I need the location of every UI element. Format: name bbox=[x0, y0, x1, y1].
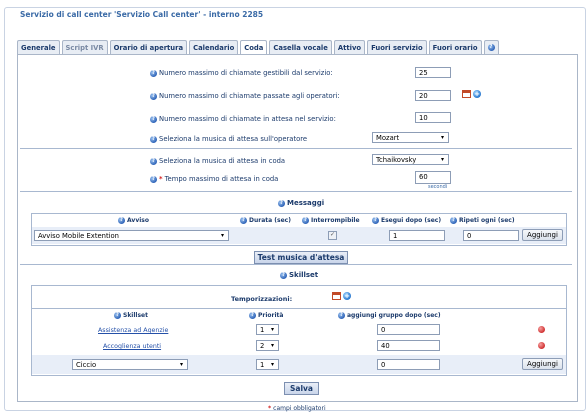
priority-select[interactable]: 1 ▾ bbox=[256, 324, 279, 335]
help-icon[interactable]: ? bbox=[302, 217, 309, 224]
ripeti-input[interactable]: 0 bbox=[463, 230, 519, 241]
add-skill-button[interactable]: Aggiungi bbox=[522, 358, 563, 370]
help-icon[interactable]: ? bbox=[150, 69, 157, 77]
help-icon[interactable]: ? bbox=[338, 312, 345, 319]
esegui-dopo-input[interactable]: 1 bbox=[389, 230, 445, 241]
header-avviso: Avviso bbox=[127, 217, 150, 224]
priority-select[interactable]: 2 ▾ bbox=[256, 340, 279, 351]
add-icon[interactable]: + bbox=[473, 90, 481, 98]
skill-link[interactable]: Assistenza ad Agenzie bbox=[98, 327, 168, 334]
max-wait-time-input[interactable]: 60 bbox=[415, 171, 451, 184]
tab-fuori-orario[interactable]: Fuori orario bbox=[428, 40, 482, 54]
messages-title: Messaggi bbox=[287, 199, 325, 207]
divider bbox=[32, 308, 566, 309]
operator-music-select[interactable]: Mozart ▾ bbox=[372, 132, 449, 143]
help-icon[interactable]: ? bbox=[249, 312, 256, 319]
chevron-down-icon: ▾ bbox=[440, 134, 444, 141]
required-note: campi obbligatori bbox=[273, 405, 326, 412]
divider bbox=[20, 191, 572, 192]
tab-bar: Generale Script IVR Orario di apertura C… bbox=[17, 40, 499, 55]
help-icon[interactable]: ? bbox=[150, 175, 157, 183]
help-icon[interactable]: ? bbox=[114, 312, 121, 319]
calendar-icon[interactable] bbox=[462, 90, 471, 98]
max-calls-label: Numero massimo di chiamate gestibili dal… bbox=[159, 69, 333, 77]
chevron-down-icon: ▾ bbox=[220, 232, 224, 239]
chevron-down-icon: ▾ bbox=[440, 156, 444, 163]
tab-generale[interactable]: Generale bbox=[17, 40, 60, 54]
help-icon[interactable]: ? bbox=[150, 92, 157, 100]
delete-icon[interactable] bbox=[538, 326, 545, 333]
divider bbox=[20, 264, 572, 265]
avviso-select[interactable]: Avviso Mobile Extention ▾ bbox=[34, 230, 229, 241]
header-ripeti: Ripeti ogni (sec) bbox=[459, 217, 515, 224]
save-button[interactable]: Salva bbox=[284, 382, 319, 395]
chevron-down-icon: ▾ bbox=[270, 361, 274, 368]
help-icon[interactable]: ? bbox=[450, 217, 457, 224]
header-skillset: Skillset bbox=[123, 312, 148, 319]
header-esegui-dopo: Esegui dopo (sec) bbox=[381, 217, 442, 224]
divider bbox=[20, 148, 572, 149]
calendar-icon[interactable] bbox=[332, 292, 341, 300]
skillset-title: Skillset bbox=[289, 271, 319, 279]
header-durata: Durata (sec) bbox=[249, 217, 291, 224]
skill-link[interactable]: Accoglienza utenti bbox=[103, 343, 161, 350]
chevron-down-icon: ▾ bbox=[270, 342, 274, 349]
messages-table: ? Avviso ? Durata (sec) ? Interrompibile ? E… bbox=[31, 213, 567, 246]
tab-orario[interactable]: Orario di apertura bbox=[109, 40, 188, 54]
chevron-down-icon: ▾ bbox=[179, 361, 183, 368]
help-icon[interactable]: ? bbox=[278, 199, 285, 207]
queue-music-select[interactable]: Tchaikovsky ▾ bbox=[372, 154, 449, 165]
test-music-button[interactable]: Test musica d'attesa bbox=[254, 251, 348, 264]
max-calls-input[interactable]: 25 bbox=[415, 67, 451, 78]
coda-panel: ? Numero massimo di chiamate gestibili da… bbox=[17, 54, 578, 402]
tab-casella-vocale[interactable]: Casella vocale bbox=[269, 40, 332, 54]
help-icon[interactable]: ? bbox=[240, 217, 247, 224]
tab-help[interactable]: ? bbox=[483, 40, 499, 54]
add-message-button[interactable]: Aggiungi bbox=[522, 229, 563, 241]
help-icon[interactable]: ? bbox=[150, 115, 157, 123]
operator-music-label: Seleziona la musica di attesa sull'opera… bbox=[159, 135, 308, 143]
seconds-unit: secondi bbox=[428, 184, 448, 190]
new-skill-select[interactable]: Ciccio ▾ bbox=[72, 359, 188, 370]
skillset-table: Temporizzazioni: + ? Skillset ? Priorità ?… bbox=[31, 285, 567, 376]
after-input[interactable]: 40 bbox=[377, 340, 440, 351]
tab-attivo[interactable]: Attivo bbox=[333, 40, 366, 54]
interrompibile-checkbox[interactable]: ✓ bbox=[328, 231, 337, 240]
queue-music-label: Seleziona la musica di attesa in coda bbox=[159, 157, 286, 165]
max-wait-time-label: Tempo massimo di attesa in coda bbox=[164, 175, 279, 183]
delete-icon[interactable] bbox=[538, 342, 545, 349]
max-operator-calls-label: Numero massimo di chiamate passate agli … bbox=[159, 92, 340, 100]
header-priorita: Priorità bbox=[258, 312, 284, 319]
new-after-input[interactable]: 0 bbox=[377, 359, 440, 370]
max-waiting-label: Numero massimo di chiamate in attesa nel… bbox=[159, 115, 336, 123]
max-operator-calls-input[interactable]: 20 bbox=[415, 90, 451, 101]
help-icon: ? bbox=[487, 44, 495, 51]
add-icon[interactable]: + bbox=[343, 292, 351, 300]
timing-label: Temporizzazioni: bbox=[231, 295, 293, 303]
tab-calendario[interactable]: Calendario bbox=[189, 40, 239, 54]
tab-fuori-servizio[interactable]: Fuori servizio bbox=[367, 40, 427, 54]
window-title: Servizio di call center 'Servizio Call c… bbox=[17, 10, 267, 19]
header-interrompibile: Interrompibile bbox=[311, 217, 360, 224]
help-icon[interactable]: ? bbox=[150, 135, 157, 143]
tab-script-ivr[interactable]: Script IVR bbox=[61, 40, 108, 54]
new-priority-select[interactable]: 1 ▾ bbox=[256, 359, 279, 370]
help-icon[interactable]: ? bbox=[118, 217, 125, 224]
chevron-down-icon: ▾ bbox=[270, 326, 274, 333]
tab-coda[interactable]: Coda bbox=[240, 40, 268, 55]
help-icon[interactable]: ? bbox=[372, 217, 379, 224]
max-waiting-input[interactable]: 10 bbox=[415, 112, 451, 123]
after-input[interactable]: 0 bbox=[377, 324, 440, 335]
help-icon[interactable]: ? bbox=[280, 271, 287, 279]
help-icon[interactable]: ? bbox=[150, 157, 157, 165]
header-aggiungi: aggiungi gruppo dopo (sec) bbox=[347, 312, 441, 319]
